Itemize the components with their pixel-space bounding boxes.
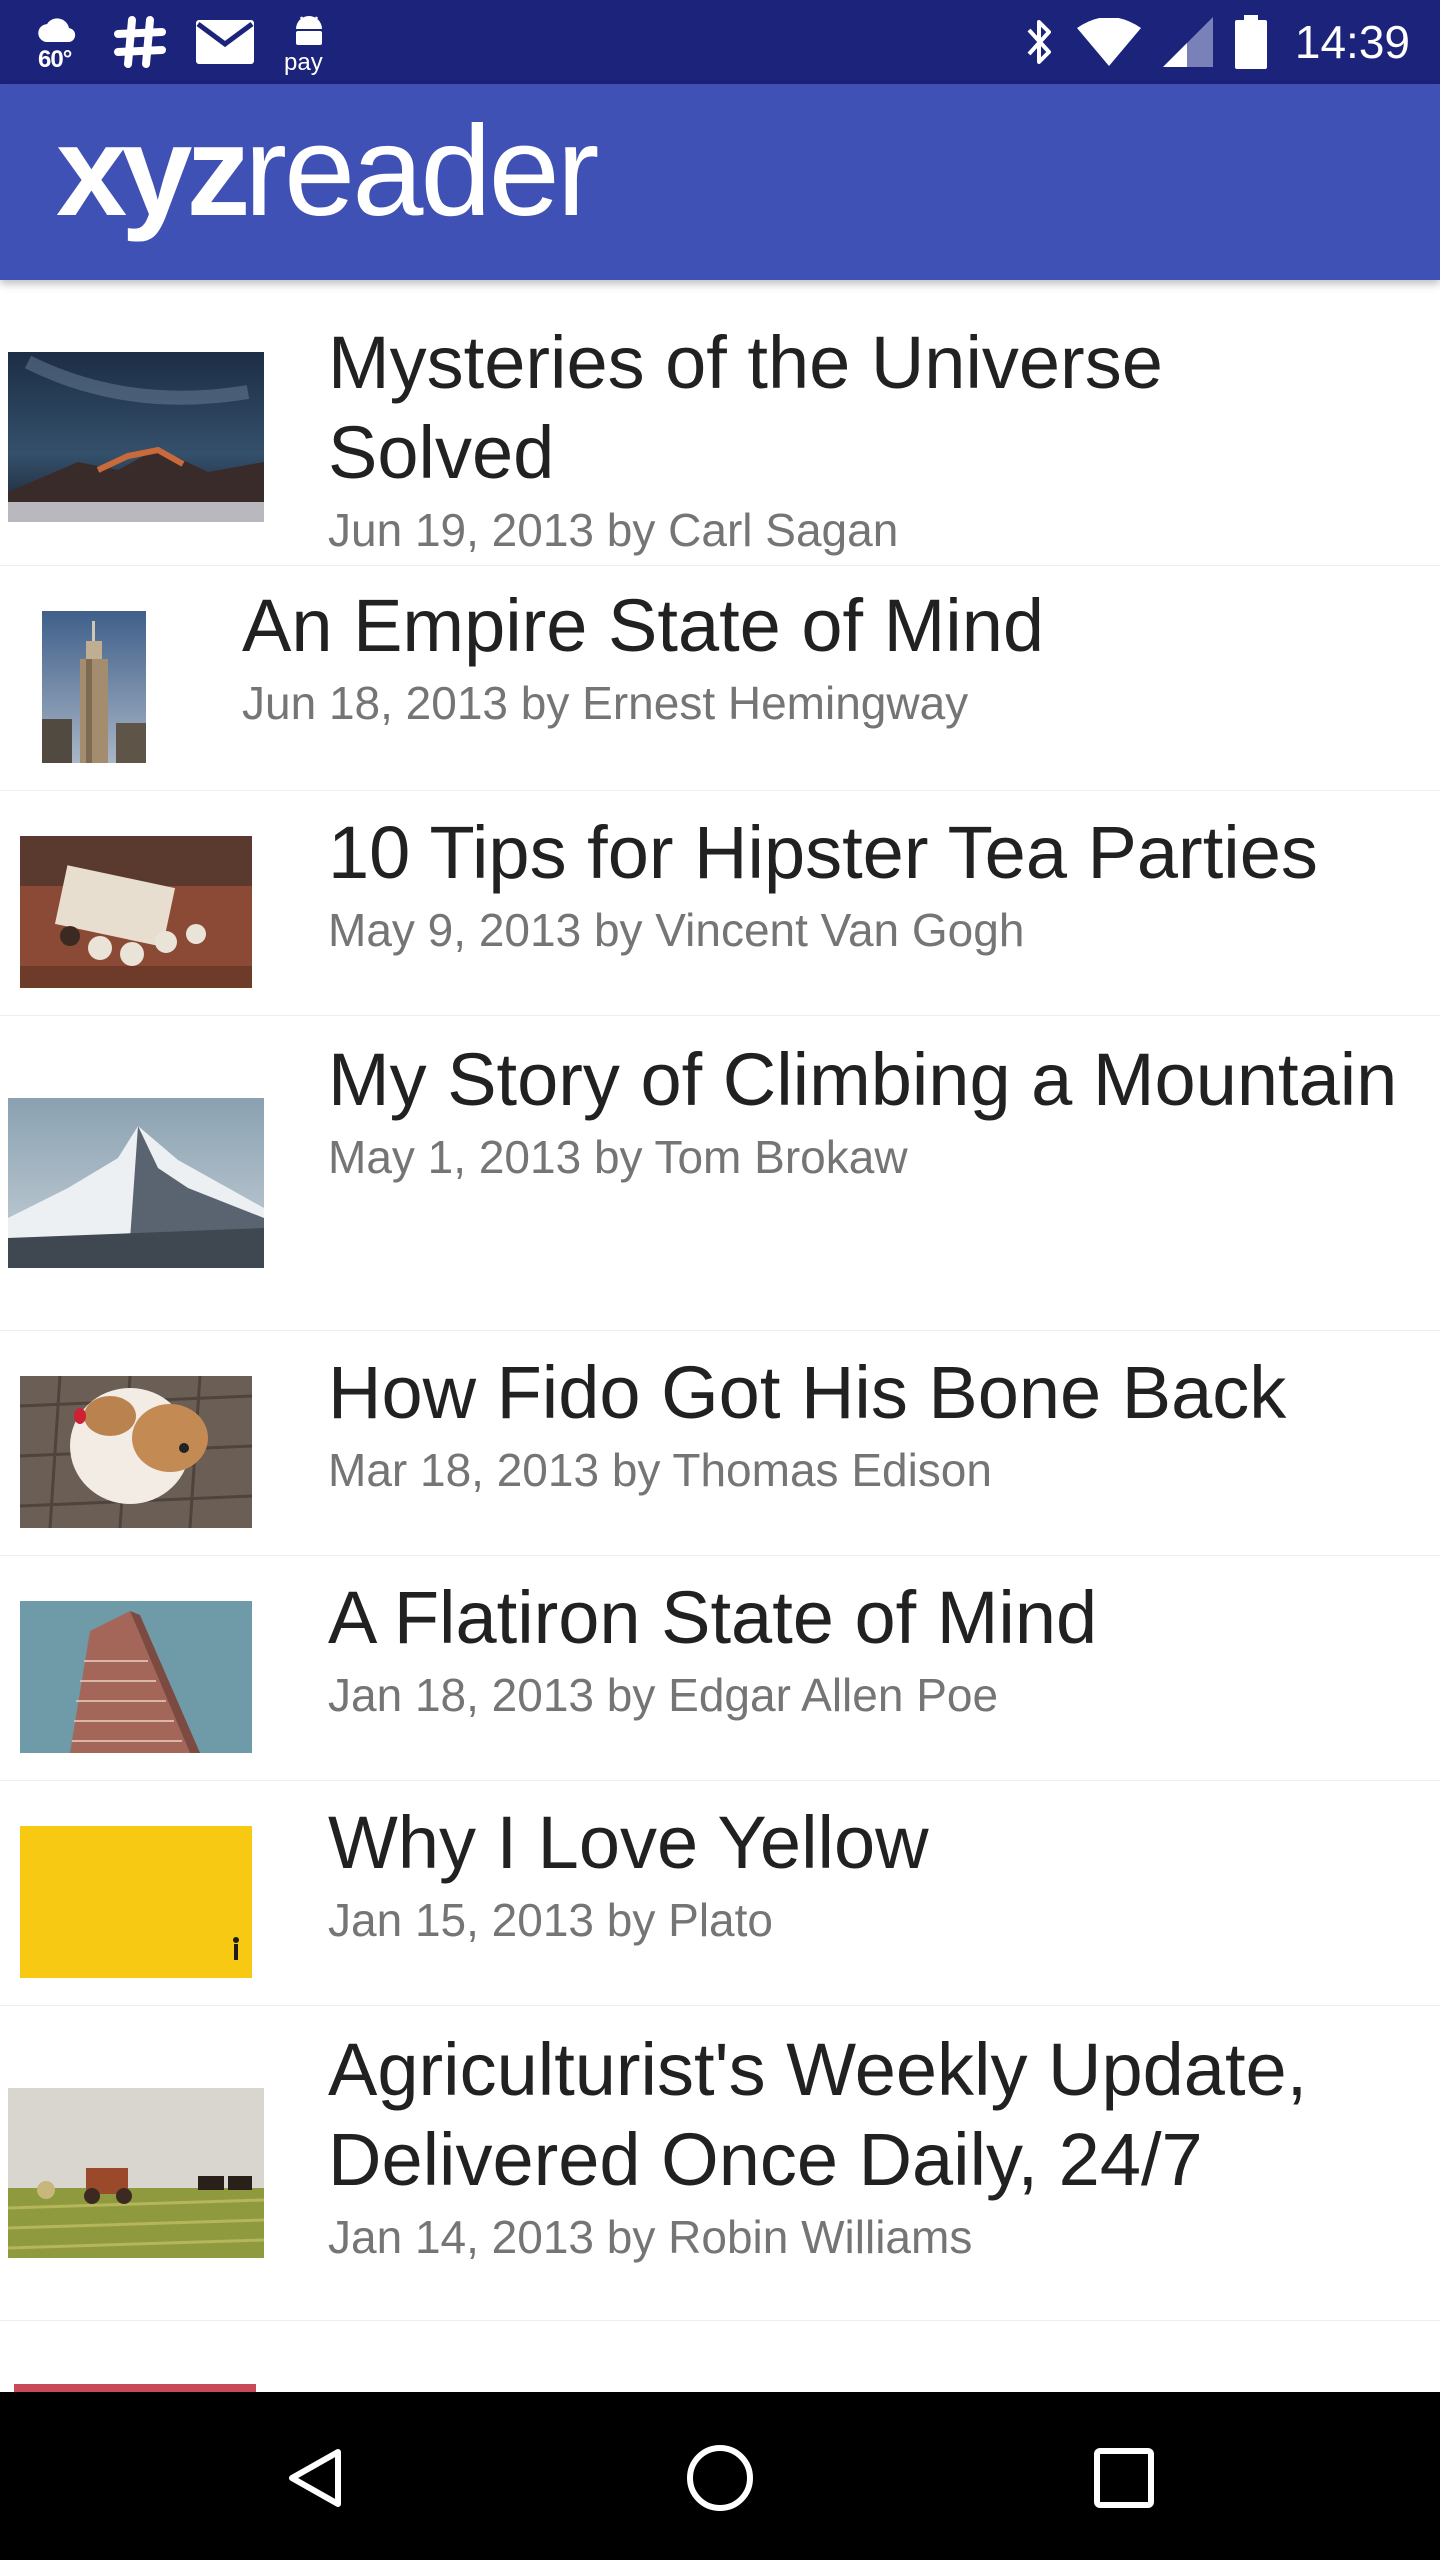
home-icon[interactable] xyxy=(684,2442,756,2514)
slack-icon xyxy=(112,14,168,70)
status-bar: 60° pay 14:39 xyxy=(0,0,1440,84)
navigation-bar xyxy=(0,2392,1440,2560)
back-icon[interactable] xyxy=(280,2442,352,2514)
logo-bold-text: xyz xyxy=(56,100,250,243)
article-item[interactable]: A Flatiron State of Mind Jan 18, 2013 by… xyxy=(0,1555,1440,1781)
article-meta: May 9, 2013 by Vincent Van Gogh xyxy=(328,904,1025,956)
app-logo: xyzreader xyxy=(56,98,599,245)
article-thumbnail-flatiron xyxy=(20,1601,252,1753)
bluetooth-icon xyxy=(1025,16,1055,68)
article-thumbnail-tea-party xyxy=(20,836,252,988)
article-list[interactable]: Mysteries of the Universe Solved Jun 19,… xyxy=(0,280,1440,2392)
article-title: Agriculturist's Weekly Update, Delivered… xyxy=(328,2028,1308,2201)
android-pay-icon: pay xyxy=(282,11,336,76)
article-item[interactable]: An Empire State of Mind Jun 18, 2013 by … xyxy=(0,565,1440,791)
article-item[interactable]: Agriculturist's Weekly Update, Delivered… xyxy=(0,2005,1440,2321)
article-thumbnail-farm xyxy=(8,2088,264,2258)
mail-icon xyxy=(196,20,254,64)
article-text: A Flatiron State of Mind Jan 18, 2013 by… xyxy=(328,1573,1400,1725)
article-text: An Empire State of Mind Jun 18, 2013 by … xyxy=(242,581,1400,733)
article-item-partial[interactable] xyxy=(0,2320,1440,2392)
article-title: Why I Love Yellow xyxy=(328,1801,929,1884)
logo-light-text: reader xyxy=(244,100,599,243)
article-item[interactable]: My Story of Climbing a Mountain May 1, 2… xyxy=(0,1015,1440,1331)
article-meta: Jan 18, 2013 by Edgar Allen Poe xyxy=(328,1669,999,1721)
article-text: How Fido Got His Bone Back Mar 18, 2013 … xyxy=(328,1348,1400,1500)
article-meta: Mar 18, 2013 by Thomas Edison xyxy=(328,1444,992,1496)
article-thumbnail-empire-state xyxy=(42,611,146,763)
article-item[interactable]: 10 Tips for Hipster Tea Parties May 9, 2… xyxy=(0,790,1440,1016)
article-text: My Story of Climbing a Mountain May 1, 2… xyxy=(328,1035,1400,1187)
article-thumbnail-yellow xyxy=(20,1826,252,1978)
notification-icons: 60° pay xyxy=(36,0,336,84)
article-item[interactable]: Mysteries of the Universe Solved Jun 19,… xyxy=(0,280,1440,566)
article-text: Mysteries of the Universe Solved Jun 19,… xyxy=(328,318,1400,560)
article-text: Agriculturist's Weekly Update, Delivered… xyxy=(328,2025,1400,2267)
article-text: Why I Love Yellow Jan 15, 2013 by Plato xyxy=(328,1798,1400,1950)
article-meta: Jun 19, 2013 by Carl Sagan xyxy=(328,504,899,556)
temperature-label: 60° xyxy=(38,46,72,73)
article-meta: Jan 15, 2013 by Plato xyxy=(328,1894,773,1946)
article-title: How Fido Got His Bone Back xyxy=(328,1351,1287,1434)
wifi-icon xyxy=(1076,18,1141,66)
article-title: An Empire State of Mind xyxy=(242,584,1045,667)
article-thumbnail-partial xyxy=(14,2384,256,2392)
article-title: My Story of Climbing a Mountain xyxy=(328,1038,1398,1121)
article-item[interactable]: How Fido Got His Bone Back Mar 18, 2013 … xyxy=(0,1330,1440,1556)
app-bar: xyzreader xyxy=(0,84,1440,280)
article-thumbnail-bulldog xyxy=(20,1376,252,1528)
signal-icon xyxy=(1162,17,1213,67)
article-thumbnail-mountain xyxy=(8,1098,264,1268)
article-title: 10 Tips for Hipster Tea Parties xyxy=(328,811,1318,894)
article-title: Mysteries of the Universe Solved xyxy=(328,321,1163,494)
article-item[interactable]: Why I Love Yellow Jan 15, 2013 by Plato xyxy=(0,1780,1440,2006)
system-icons: 14:39 xyxy=(1025,0,1410,84)
article-title: A Flatiron State of Mind xyxy=(328,1576,1098,1659)
pay-label: pay xyxy=(284,49,323,76)
article-thumbnail-night-sky xyxy=(8,352,264,522)
article-text: 10 Tips for Hipster Tea Parties May 9, 2… xyxy=(328,808,1400,960)
article-meta: Jun 18, 2013 by Ernest Hemingway xyxy=(242,677,969,729)
weather-icon: 60° xyxy=(36,12,84,73)
article-meta: May 1, 2013 by Tom Brokaw xyxy=(328,1131,908,1183)
clock: 14:39 xyxy=(1294,16,1410,68)
battery-icon xyxy=(1234,15,1267,69)
recents-icon[interactable] xyxy=(1088,2442,1160,2514)
article-meta: Jan 14, 2013 by Robin Williams xyxy=(328,2211,973,2263)
